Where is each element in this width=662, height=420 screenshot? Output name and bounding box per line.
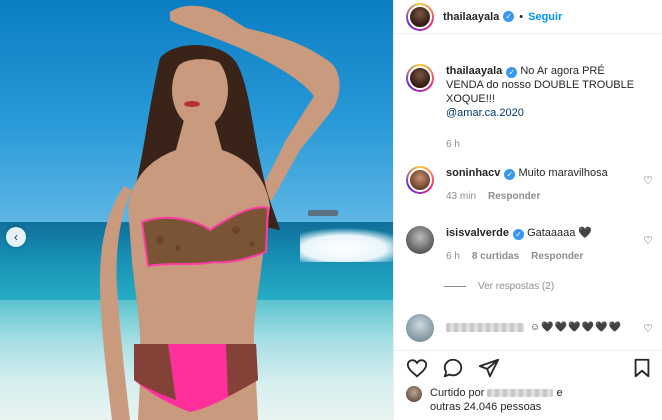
liked-by-connector: e [556,387,563,399]
comment-icon[interactable] [442,357,464,379]
view-replies-label: Ver respostas (2) [478,281,555,292]
bookmark-icon[interactable] [631,357,653,379]
view-replies-button[interactable]: Ver respostas (2) [444,281,554,292]
verified-badge-icon: ✓ [513,229,524,240]
redacted-liker-username [487,389,554,398]
likes-count-link[interactable]: outras 24.046 pessoas [430,401,541,413]
likes-text: Curtido por e outras 24.046 pessoas [430,386,563,414]
liker-avatar[interactable] [406,386,422,402]
commenter-avatar-image [408,168,432,192]
header-separator: • [519,10,524,23]
comment-body: soninhacv ✓ Muito maravilhosa 43 min Resp… [446,166,608,204]
commenter-avatar-image [406,314,434,342]
caption-meta: 6 h [446,138,642,152]
redacted-username [446,322,524,332]
instagram-post: ‹ thailaayala ✓ • Seguir thailaayala ✓ No… [0,0,662,420]
commenter-avatar[interactable] [406,166,434,194]
action-icons [406,357,500,379]
post-header: thailaayala ✓ • Seguir [394,0,662,34]
verified-badge-icon: ✓ [504,169,516,180]
caption-body: thailaayala ✓ No Ar agora PRÉ VENDA do no… [446,64,642,152]
woman-figure [100,5,340,420]
author-username[interactable]: thailaayala [443,11,499,23]
follow-button[interactable]: Seguir [528,11,562,23]
comments-list[interactable]: thailaayala ✓ No Ar agora PRÉ VENDA do no… [394,34,662,350]
post-side-panel: thailaayala ✓ • Seguir thailaayala ✓ No A… [393,0,662,420]
liked-by-prefix: Curtido por [430,387,485,399]
like-comment-heart-icon[interactable]: ♡ [643,174,653,187]
commenter-avatar-image [406,226,434,254]
comment-text: Gataaaaa 🖤 [527,227,593,239]
comment-time[interactable]: 43 min [446,190,476,204]
post-photo[interactable]: ‹ [0,0,393,420]
verified-badge-icon: ✓ [506,67,518,78]
comment-username[interactable]: soninhacv [446,167,500,179]
author-avatar-image [408,4,432,29]
comment-item: ☺🖤🖤🖤🖤🖤🖤 [406,314,656,342]
post-actions: Curtido por e outras 24.046 pessoas [394,350,662,420]
previous-photo-button[interactable]: ‹ [6,227,26,247]
caption-mention-link[interactable]: @amar.ca.2020 [446,107,524,119]
likes-summary: Curtido por e outras 24.046 pessoas [406,386,563,414]
comment-body: isisvalverde ✓ Gataaaaa 🖤 6 h 8 curtidas … [446,226,592,264]
chevron-left-icon: ‹ [14,230,18,244]
comment-meta: 43 min Responder [446,190,608,204]
share-icon[interactable] [478,357,500,379]
replies-divider [444,286,466,287]
caption-time[interactable]: 6 h [446,138,460,152]
caption-avatar-image [408,66,432,90]
caption-username[interactable]: thailaayala [446,65,502,77]
heart-icon[interactable] [406,357,428,379]
comment-item: soninhacv ✓ Muito maravilhosa 43 min Resp… [406,166,656,204]
comment-text: ☺🖤🖤🖤🖤🖤🖤 [530,322,622,333]
author-avatar[interactable] [406,2,434,31]
commenter-avatar[interactable] [406,226,434,254]
comment-username[interactable]: isisvalverde [446,227,509,239]
like-comment-heart-icon[interactable]: ♡ [643,234,653,247]
comment-item: isisvalverde ✓ Gataaaaa 🖤 6 h 8 curtidas … [406,226,656,264]
comment-time[interactable]: 6 h [446,250,460,264]
caption: thailaayala ✓ No Ar agora PRÉ VENDA do no… [406,64,656,152]
comment-meta: 6 h 8 curtidas Responder [446,250,592,264]
like-comment-heart-icon[interactable]: ♡ [643,322,653,335]
comment-likes-count[interactable]: 8 curtidas [472,250,519,264]
commenter-avatar[interactable] [406,314,434,342]
verified-badge-icon: ✓ [503,11,515,22]
reply-button[interactable]: Responder [488,190,540,204]
comment-text: Muito maravilhosa [518,167,608,179]
reply-button[interactable]: Responder [531,250,583,264]
caption-avatar[interactable] [406,64,434,92]
comment-body: ☺🖤🖤🖤🖤🖤🖤 [446,320,622,342]
